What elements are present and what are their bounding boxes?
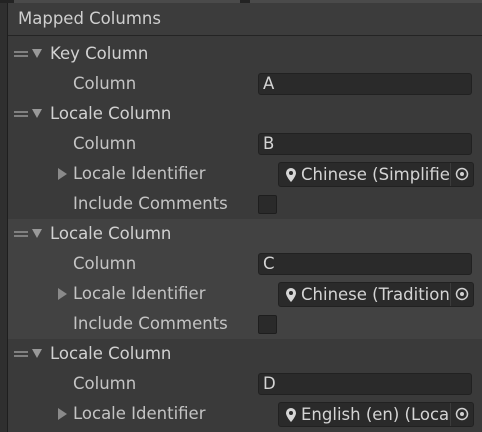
column-field[interactable]: A bbox=[258, 73, 472, 95]
triangle-down-icon[interactable] bbox=[32, 109, 42, 118]
locale-value: Chinese (Simplified) bbox=[301, 165, 449, 184]
locale-identifier-label: Locale Identifier bbox=[73, 404, 206, 423]
entry-header[interactable]: Locale Column bbox=[8, 339, 482, 369]
locale-column-entry: Locale Column Column D Locale Identifier… bbox=[8, 339, 482, 432]
mapped-columns-panel: Mapped Columns Key Column Column A Local… bbox=[7, 3, 482, 432]
drag-handle-icon[interactable] bbox=[14, 111, 28, 117]
object-picker-icon[interactable] bbox=[450, 163, 473, 186]
locale-identifier-row: Locale Identifier Chinese (Simplified) bbox=[8, 159, 482, 189]
column-label: Column bbox=[73, 134, 137, 153]
locale-column-entry: Locale Column Column C Locale Identifier… bbox=[8, 219, 482, 339]
locale-object-field[interactable]: Chinese (Simplified) bbox=[278, 162, 474, 187]
drag-handle-icon[interactable] bbox=[14, 51, 28, 57]
entry-header[interactable]: Locale Column bbox=[8, 99, 482, 129]
column-label: Column bbox=[73, 254, 137, 273]
column-field[interactable]: D bbox=[258, 373, 472, 395]
triangle-right-icon[interactable] bbox=[58, 288, 67, 300]
panel-header: Mapped Columns bbox=[8, 3, 482, 36]
object-picker-icon[interactable] bbox=[450, 283, 473, 306]
key-column-entry: Key Column Column A bbox=[8, 39, 482, 99]
locale-identifier-label: Locale Identifier bbox=[73, 284, 206, 303]
map-pin-icon bbox=[286, 288, 296, 302]
column-label: Column bbox=[73, 374, 137, 393]
column-row: Column D bbox=[8, 369, 482, 399]
triangle-down-icon[interactable] bbox=[32, 229, 42, 238]
include-comments-label: Include Comments bbox=[73, 314, 228, 333]
entry-title: Locale Column bbox=[50, 344, 172, 363]
entry-title: Locale Column bbox=[50, 224, 172, 243]
locale-identifier-row: Locale Identifier English (en) (Locale) bbox=[8, 399, 482, 429]
locale-value: English (en) (Locale) bbox=[301, 405, 449, 424]
entry-header[interactable]: Locale Column bbox=[8, 219, 482, 249]
drag-handle-icon[interactable] bbox=[14, 351, 28, 357]
panel-title: Mapped Columns bbox=[18, 9, 161, 28]
entry-title: Locale Column bbox=[50, 104, 172, 123]
column-field[interactable]: B bbox=[258, 133, 472, 155]
column-row: Column C bbox=[8, 249, 482, 279]
entry-header[interactable]: Key Column bbox=[8, 39, 482, 69]
locale-object-field[interactable]: Chinese (Traditional) bbox=[278, 282, 474, 307]
triangle-right-icon[interactable] bbox=[58, 168, 67, 180]
map-pin-icon bbox=[286, 408, 296, 422]
map-pin-icon bbox=[286, 168, 296, 182]
locale-value: Chinese (Traditional) bbox=[301, 285, 449, 304]
include-comments-checkbox[interactable] bbox=[258, 195, 277, 214]
column-field[interactable]: C bbox=[258, 253, 472, 275]
include-comments-label: Include Comments bbox=[73, 194, 228, 213]
locale-column-entry: Locale Column Column B Locale Identifier… bbox=[8, 99, 482, 219]
triangle-down-icon[interactable] bbox=[32, 49, 42, 58]
drag-handle-icon[interactable] bbox=[14, 231, 28, 237]
object-picker-icon[interactable] bbox=[450, 403, 473, 426]
triangle-right-icon[interactable] bbox=[58, 408, 67, 420]
column-row: Column B bbox=[8, 129, 482, 159]
include-comments-row: Include Comments bbox=[8, 189, 482, 219]
locale-identifier-row: Locale Identifier Chinese (Traditional) bbox=[8, 279, 482, 309]
include-comments-row: Include Comments bbox=[8, 309, 482, 339]
entry-title: Key Column bbox=[50, 44, 149, 63]
column-label: Column bbox=[73, 74, 137, 93]
include-comments-checkbox[interactable] bbox=[258, 315, 277, 334]
triangle-down-icon[interactable] bbox=[32, 349, 42, 358]
locale-identifier-label: Locale Identifier bbox=[73, 164, 206, 183]
column-row: Column A bbox=[8, 69, 482, 99]
locale-object-field[interactable]: English (en) (Locale) bbox=[278, 402, 474, 427]
